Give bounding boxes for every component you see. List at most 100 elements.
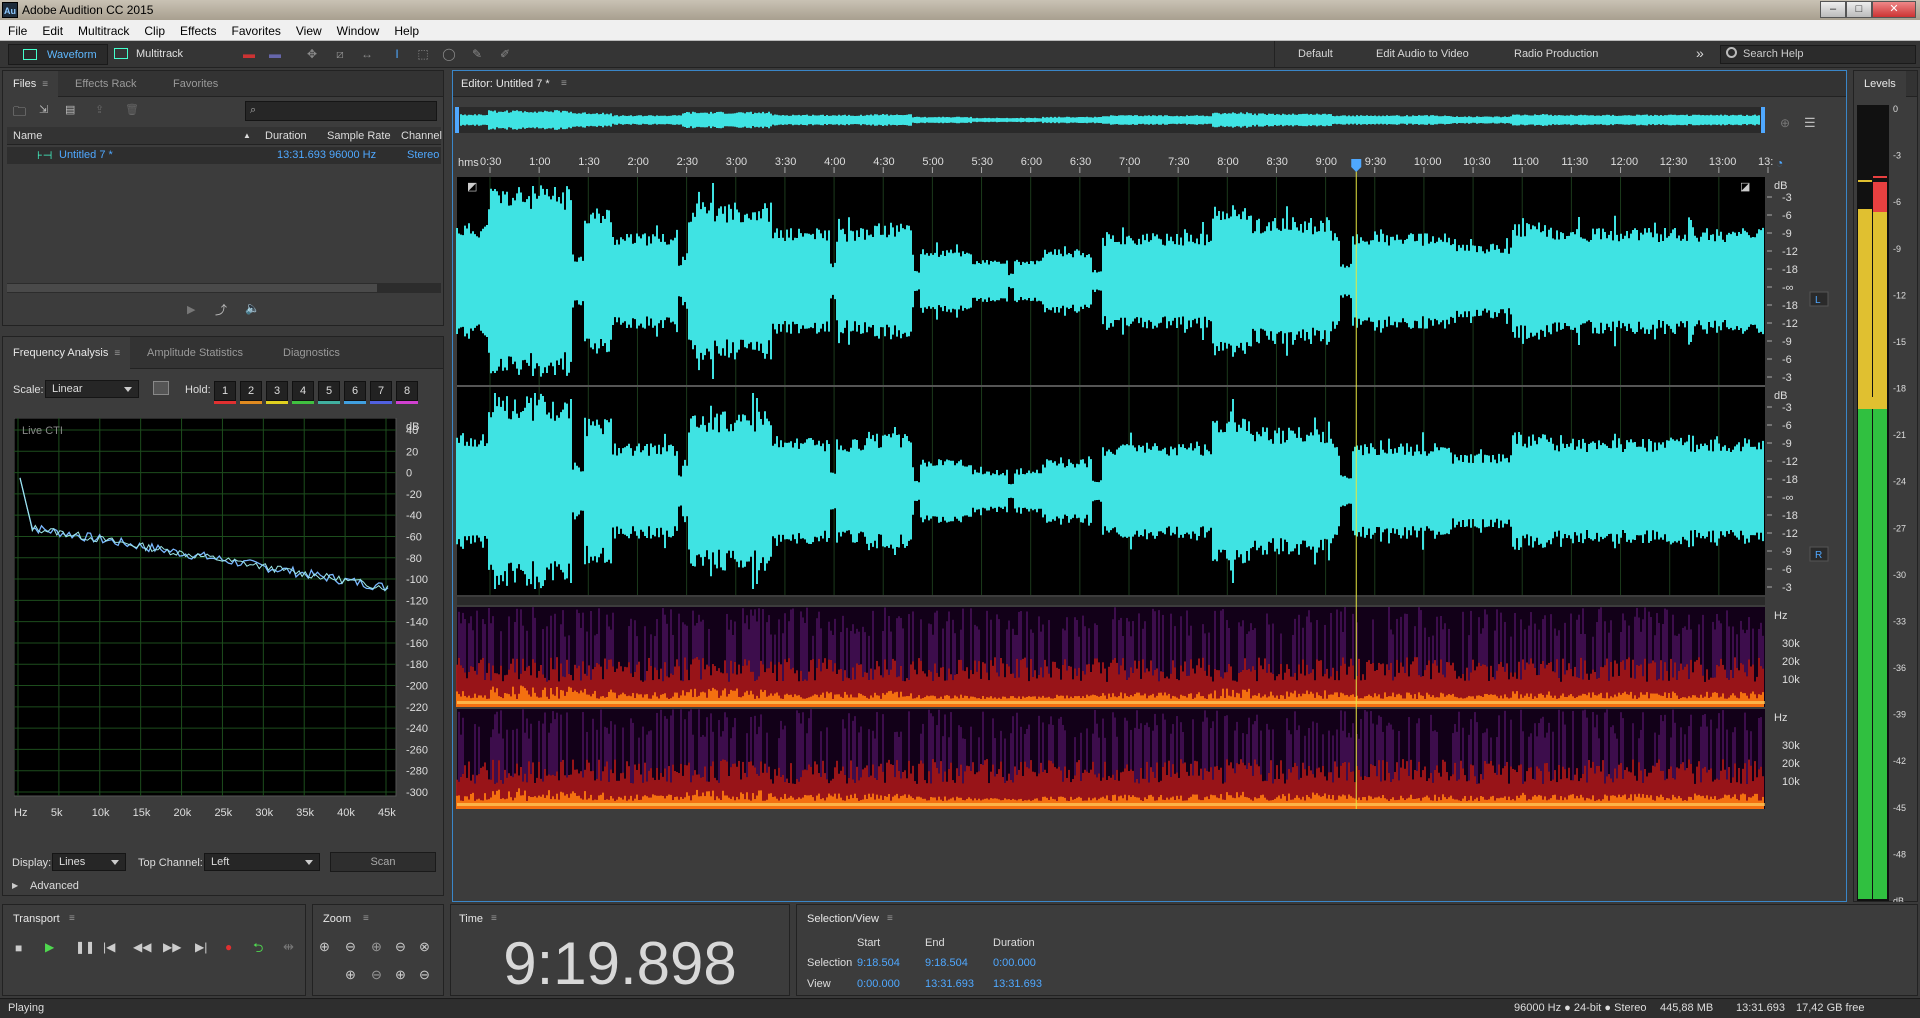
workspace-default[interactable]: Default — [1298, 48, 1333, 60]
record-icon[interactable]: ● — [225, 940, 232, 954]
fade-in-handle-icon[interactable]: ◩ — [467, 181, 477, 193]
hold-button-5[interactable]: 5 — [318, 381, 340, 401]
menu-edit[interactable]: Edit — [34, 20, 70, 38]
menu-view[interactable]: View — [288, 20, 329, 38]
zoom-out-full-icon[interactable]: ⊖ — [395, 939, 406, 955]
skip-selection-icon[interactable]: ⇹ — [283, 939, 294, 955]
time-display-format-icon[interactable]: ◔ — [1776, 156, 1783, 170]
fade-out-handle-icon[interactable]: ◪ — [1740, 181, 1750, 193]
auto-play-icon[interactable]: 🔈 — [245, 301, 260, 315]
menu-file[interactable]: File — [0, 20, 34, 38]
view-start-field[interactable]: 0:00.000 — [857, 978, 900, 990]
search-help-input[interactable]: Search Help — [1720, 45, 1916, 64]
tab-levels[interactable]: Levels — [1854, 71, 1906, 97]
col-name[interactable]: Name — [13, 130, 42, 142]
zoom-in-vertical-icon[interactable]: ⊕ — [345, 967, 356, 983]
col-channel[interactable]: Channel — [401, 130, 442, 142]
close-button[interactable]: ✕ — [1872, 1, 1916, 18]
panel-options-icon[interactable]: ☰ — [1804, 115, 1816, 130]
hold-button-7[interactable]: 7 — [370, 381, 392, 401]
import-file-icon[interactable]: ⇲ — [39, 103, 48, 116]
selection-start-field[interactable]: 9:18.504 — [857, 957, 900, 969]
insert-into-multitrack-icon[interactable]: ⇪ — [95, 103, 104, 116]
tab-frequency-analysis[interactable]: Frequency Analysis ≡ — [3, 337, 131, 370]
top-channel-dropdown[interactable]: Left — [204, 853, 320, 871]
slip-tool-icon[interactable]: ↔ — [360, 47, 374, 61]
editor-tab[interactable]: Editor: Untitled 7 * — [461, 78, 550, 90]
panel-menu-icon[interactable]: ≡ — [887, 913, 893, 924]
zoom-out-amplitude-icon[interactable]: ⊖ — [345, 939, 356, 955]
zoom-in-time-icon[interactable]: ⊕ — [371, 939, 382, 955]
advanced-expand-icon[interactable]: ▶ — [12, 881, 18, 890]
menu-favorites[interactable]: Favorites — [224, 20, 288, 38]
tab-amplitude-statistics[interactable]: Amplitude Statistics — [137, 337, 253, 369]
menu-window[interactable]: Window — [329, 20, 387, 38]
more-workspaces-button[interactable]: » — [1696, 45, 1704, 61]
panel-menu-icon[interactable]: ≡ — [69, 913, 75, 924]
channel-left-toggle[interactable]: L — [1815, 295, 1821, 306]
panel-menu-icon[interactable]: ≡ — [114, 338, 120, 370]
zoom-in-left-edge-icon[interactable]: ⊕ — [395, 967, 406, 983]
menu-clip[interactable]: Clip — [136, 20, 172, 38]
current-time-display[interactable]: 9:19.898 — [451, 929, 789, 998]
play-preview-icon[interactable]: ▶ — [187, 303, 195, 316]
marquee-selection-tool-icon[interactable]: ⬚ — [416, 47, 430, 61]
menu-help[interactable]: Help — [386, 20, 426, 38]
selection-end-field[interactable]: 9:18.504 — [925, 957, 968, 969]
col-sample-rate[interactable]: Sample Rate — [327, 130, 391, 142]
go-to-end-icon[interactable]: ▶| — [195, 940, 207, 954]
files-scrollbar[interactable] — [7, 283, 441, 293]
waveform-mode-button[interactable]: Waveform — [8, 44, 108, 65]
pause-icon[interactable]: ❚❚ — [75, 940, 95, 954]
panel-menu-icon[interactable]: ≡ — [491, 913, 497, 924]
open-file-icon[interactable]: 🗀 — [13, 103, 26, 125]
hold-button-2[interactable]: 2 — [240, 381, 262, 401]
zoom-out-vertical-icon[interactable]: ⊖ — [371, 967, 382, 983]
files-search-input[interactable]: ⌕ — [245, 101, 437, 121]
panel-menu-icon[interactable]: ≡ — [363, 913, 369, 924]
spectral-pitch-display-icon[interactable]: ▬ — [268, 47, 282, 61]
zoom-in-amplitude-icon[interactable]: ⊕ — [319, 939, 330, 955]
new-file-icon[interactable]: ▤ — [65, 103, 75, 116]
hold-button-6[interactable]: 6 — [344, 381, 366, 401]
zoom-to-selection-icon[interactable]: ⊕ — [1780, 116, 1790, 130]
spot-healing-brush-tool-icon[interactable]: ✐ — [498, 47, 512, 61]
panel-menu-icon[interactable]: ≡ — [561, 78, 567, 89]
minimize-button[interactable]: – — [1820, 1, 1846, 18]
zoom-to-selection-icon[interactable]: ⊗ — [419, 939, 430, 955]
panel-menu-icon[interactable]: ≡ — [42, 72, 48, 98]
tab-files[interactable]: Files ≡ — [3, 71, 59, 98]
razor-tool-icon[interactable]: ⧄ — [333, 47, 347, 61]
table-row[interactable]: ⊦⊣ Untitled 7 * 13:31.693 96000 Hz Stere… — [7, 147, 441, 164]
zoom-in-right-edge-icon[interactable]: ⊖ — [419, 967, 430, 983]
loop-preview-icon[interactable]: ⤴ — [215, 301, 227, 318]
tab-effects-rack[interactable]: Effects Rack — [65, 71, 147, 97]
go-to-start-icon[interactable]: |◀ — [103, 940, 115, 954]
tab-diagnostics[interactable]: Diagnostics — [273, 337, 350, 369]
workspace-edit-audio-to-video[interactable]: Edit Audio to Video — [1376, 48, 1469, 60]
play-icon[interactable]: ▶ — [45, 940, 54, 954]
display-dropdown[interactable]: Lines — [52, 853, 126, 871]
view-end-field[interactable]: 13:31.693 — [925, 978, 974, 990]
copy-to-clipboard-icon[interactable] — [153, 381, 169, 395]
brush-selection-tool-icon[interactable]: ✎ — [470, 47, 484, 61]
selection-duration-field[interactable]: 0:00.000 — [993, 957, 1036, 969]
scan-button[interactable]: Scan — [330, 852, 436, 872]
time-selection-tool-icon[interactable]: I — [390, 47, 404, 61]
hold-button-3[interactable]: 3 — [266, 381, 288, 401]
maximize-button[interactable]: □ — [1846, 1, 1872, 18]
stop-icon[interactable]: ■ — [15, 941, 22, 955]
rewind-icon[interactable]: ◀◀ — [133, 940, 151, 954]
channel-right-toggle[interactable]: R — [1815, 550, 1822, 561]
hold-button-1[interactable]: 1 — [214, 381, 236, 401]
spectral-frequency-display-icon[interactable]: ▬ — [242, 47, 256, 61]
move-tool-icon[interactable]: ✥ — [305, 47, 319, 61]
col-duration[interactable]: Duration — [265, 130, 307, 142]
menu-multitrack[interactable]: Multitrack — [70, 20, 136, 38]
loop-playback-icon[interactable]: ⮌ — [253, 939, 263, 961]
scale-dropdown[interactable]: Linear — [45, 380, 139, 398]
delete-file-icon[interactable]: 🗑 — [125, 103, 139, 116]
multitrack-mode-button[interactable]: Multitrack — [110, 44, 196, 65]
tab-favorites[interactable]: Favorites — [163, 71, 228, 97]
hold-button-8[interactable]: 8 — [396, 381, 418, 401]
